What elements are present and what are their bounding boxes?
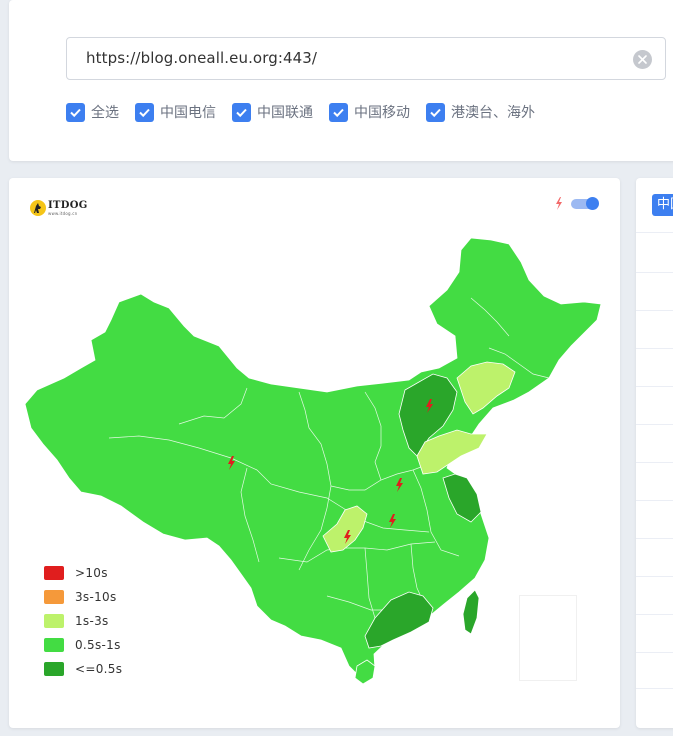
lightning-icon <box>556 197 562 210</box>
checkbox-label: 港澳台、海外 <box>451 105 535 121</box>
checkbox-label: 全选 <box>91 105 119 121</box>
legend-item: 0.5s-1s <box>44 633 122 657</box>
latency-map-card: ITDOG www.itdog.cn >10s 3s-10s 1s-3s 0.5… <box>9 178 620 728</box>
table-divider <box>636 348 673 349</box>
checkbox-mobile[interactable]: 中国移动 <box>329 102 410 122</box>
table-divider <box>636 538 673 539</box>
legend-label: 1s-3s <box>75 614 109 628</box>
legend-label: 0.5s-1s <box>75 638 121 652</box>
south-china-sea-inset <box>519 595 577 681</box>
legend-label: >10s <box>75 566 108 580</box>
legend-swatch <box>44 566 64 580</box>
table-divider <box>636 386 673 387</box>
marker-toggle-switch[interactable] <box>571 196 599 210</box>
toggle-knob[interactable] <box>586 196 599 210</box>
url-input[interactable]: https://blog.oneall.eu.org:443/ <box>66 37 666 80</box>
itdog-logo: ITDOG www.itdog.cn <box>30 200 88 216</box>
checkbox-label: 中国电信 <box>160 105 216 121</box>
legend-item: <=0.5s <box>44 657 122 681</box>
url-input-value[interactable]: https://blog.oneall.eu.org:443/ <box>86 49 317 67</box>
checkbox-checked-icon[interactable] <box>426 102 445 122</box>
checkbox-telecom[interactable]: 中国电信 <box>135 102 216 122</box>
checkbox-checked-icon[interactable] <box>232 102 251 122</box>
checkbox-checked-icon[interactable] <box>329 102 348 122</box>
table-divider <box>636 500 673 501</box>
legend-swatch <box>44 590 64 604</box>
checkbox-checked-icon[interactable] <box>135 102 154 122</box>
table-divider <box>636 462 673 463</box>
table-divider <box>636 232 673 233</box>
isp-filter-group: 全选 中国电信 中国联通 中国移动 港澳台、海外 <box>66 102 551 122</box>
legend-swatch <box>44 638 64 652</box>
legend-item: >10s <box>44 561 122 585</box>
clear-circle-icon[interactable] <box>633 50 652 69</box>
table-divider <box>636 310 673 311</box>
logo-subtext: www.itdog.cn <box>48 210 78 216</box>
checkbox-label: 中国联通 <box>257 105 313 121</box>
table-divider <box>636 272 673 273</box>
results-table-card: 中国 <box>636 178 673 728</box>
legend-label: 3s-10s <box>75 590 117 604</box>
legend-label: <=0.5s <box>75 662 123 676</box>
latency-legend: >10s 3s-10s 1s-3s 0.5s-1s <=0.5s <box>44 561 122 681</box>
marker-toggle-group <box>555 196 599 210</box>
checkbox-overseas[interactable]: 港澳台、海外 <box>426 102 535 122</box>
filter-card: https://blog.oneall.eu.org:443/ 全选 中国电信 … <box>9 0 673 161</box>
legend-item: 3s-10s <box>44 585 122 609</box>
logo-text: ITDOG <box>48 199 88 211</box>
checkbox-select-all[interactable]: 全选 <box>66 102 119 122</box>
legend-swatch <box>44 614 64 628</box>
table-divider <box>636 576 673 577</box>
dog-logo-icon <box>30 200 46 216</box>
region-tab-china[interactable]: 中国 <box>652 194 673 216</box>
table-divider <box>636 652 673 653</box>
table-divider <box>636 424 673 425</box>
table-divider <box>636 688 673 689</box>
checkbox-unicom[interactable]: 中国联通 <box>232 102 313 122</box>
checkbox-checked-icon[interactable] <box>66 102 85 122</box>
table-divider <box>636 614 673 615</box>
legend-item: 1s-3s <box>44 609 122 633</box>
checkbox-label: 中国移动 <box>354 105 410 121</box>
legend-swatch <box>44 662 64 676</box>
region-taiwan <box>462 589 480 635</box>
